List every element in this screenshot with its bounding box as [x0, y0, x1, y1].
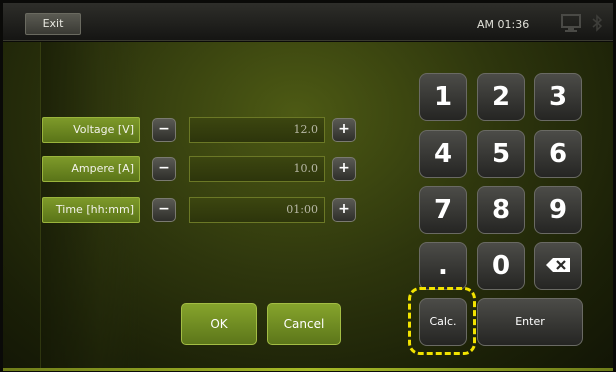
top-bar: Exit AM 01:36: [3, 3, 613, 41]
key-5[interactable]: 5: [477, 130, 525, 178]
bottom-accent-line: [3, 368, 613, 371]
key-4[interactable]: 4: [419, 130, 467, 178]
ampere-field[interactable]: 10.0: [189, 156, 325, 182]
key-8[interactable]: 8: [477, 186, 525, 234]
voltage-field[interactable]: 12.0: [189, 117, 325, 143]
voltage-plus-button[interactable]: +: [332, 118, 356, 142]
key-2[interactable]: 2: [477, 73, 525, 121]
key-9[interactable]: 9: [534, 186, 582, 234]
key-3[interactable]: 3: [534, 73, 582, 121]
key-6[interactable]: 6: [534, 130, 582, 178]
time-minus-button[interactable]: −: [152, 198, 176, 222]
ampere-minus-button[interactable]: −: [152, 157, 176, 181]
time-field[interactable]: 01:00: [189, 197, 325, 223]
voltage-minus-button[interactable]: −: [152, 118, 176, 142]
backspace-icon: [546, 257, 570, 272]
key-0[interactable]: 0: [477, 242, 525, 290]
ampere-plus-button[interactable]: +: [332, 157, 356, 181]
screen: Exit AM 01:36 Voltage [V] − 12.0 + Amper…: [0, 0, 616, 372]
enter-key[interactable]: Enter: [477, 298, 583, 346]
highlight-box: [408, 287, 476, 355]
backspace-key[interactable]: [534, 242, 582, 290]
time-plus-button[interactable]: +: [332, 198, 356, 222]
voltage-label: Voltage [V]: [42, 117, 140, 143]
clock: AM 01:36: [477, 18, 530, 31]
ampere-label: Ampere [A]: [42, 156, 140, 182]
bluetooth-icon: [592, 14, 603, 32]
ok-button[interactable]: OK: [181, 303, 257, 345]
time-label: Time [hh:mm]: [42, 197, 140, 223]
cancel-button[interactable]: Cancel: [267, 303, 341, 345]
key-dot[interactable]: .: [419, 242, 467, 290]
exit-button[interactable]: Exit: [25, 13, 81, 35]
key-7[interactable]: 7: [419, 186, 467, 234]
monitor-icon: [561, 14, 581, 32]
key-1[interactable]: 1: [419, 73, 467, 121]
